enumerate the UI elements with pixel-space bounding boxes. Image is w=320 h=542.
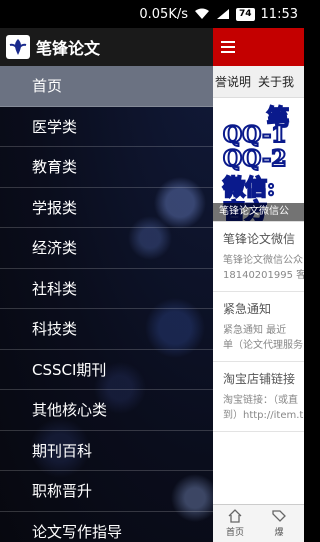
menu-item-medicine[interactable]: 医学类: [0, 107, 213, 147]
navigation-drawer: 笔锋论文 首页 医学类 教育类 学报类 经济类 社科类 科技类 CSSCI期刊 …: [0, 28, 213, 542]
tab-item[interactable]: 关于我: [258, 73, 294, 90]
home-icon: [228, 509, 242, 523]
list-item-line: 到）http://item.t: [223, 410, 304, 421]
menu-item-label: 经济类: [32, 239, 78, 258]
bottom-tab-hot[interactable]: 爆: [257, 505, 301, 542]
bottom-tab-label: 首页: [225, 528, 244, 538]
banner-text: QQ-2: [222, 145, 288, 173]
menu-item-cssci[interactable]: CSSCI期刊: [0, 350, 213, 390]
menu-item-label: 期刊百科: [32, 441, 93, 460]
menu-item-label: 其他核心类: [32, 401, 108, 420]
app-header: [213, 28, 304, 66]
list-item[interactable]: 笔锋论文微信 笔锋论文微信公众 18140201995 客: [213, 222, 304, 292]
list-item[interactable]: 紧急通知 紧急通知 最近 单（论文代理服务: [213, 292, 304, 362]
menu-item-social-science[interactable]: 社科类: [0, 269, 213, 309]
battery-icon: 74: [236, 7, 255, 21]
list-item-body: 笔锋论文微信公众 18140201995 客: [223, 253, 304, 291]
wifi-icon: [194, 8, 210, 20]
banner-image[interactable]: 笔 QQ-1 QQ-2 微信: 官方 笔锋论文微信公: [213, 102, 304, 222]
list-item-line: 淘宝链接：（或直: [223, 395, 298, 406]
status-bar: 0.05K/s 74 11:53: [0, 0, 304, 28]
menu-item-label: 学报类: [32, 198, 78, 217]
menu-item-label: 医学类: [32, 117, 78, 136]
drawer-header: 笔锋论文: [0, 28, 213, 66]
clock: 11:53: [260, 6, 298, 22]
menu-item-home[interactable]: 首页: [0, 66, 213, 107]
menu-item-label: CSSCI期刊: [32, 360, 107, 379]
menu-item-writing-guide[interactable]: 论文写作指导: [0, 512, 213, 542]
banner-caption: 笔锋论文微信公: [213, 203, 304, 221]
menu-item-label: 职称晋升: [32, 482, 93, 501]
menu-item-journal[interactable]: 学报类: [0, 188, 213, 228]
list-item-line: 单（论文代理服务: [223, 340, 303, 351]
list-item-body: 紧急通知 最近 单（论文代理服务: [223, 323, 303, 361]
main-content: 誉说明 关于我 笔 QQ-1 QQ-2 微信: 官方 笔锋论文微信公 笔锋论文微…: [213, 28, 304, 542]
banner-text: QQ-1: [222, 121, 288, 149]
menu-item-label: 教育类: [32, 158, 78, 177]
tag-icon: [272, 510, 286, 522]
menu-item-label: 科技类: [32, 320, 78, 339]
app-logo-icon: [6, 35, 30, 59]
menu-item-label: 社科类: [32, 279, 78, 298]
menu-icon[interactable]: [221, 41, 235, 53]
list-item-body: 淘宝链接：（或直 到）http://item.t: [223, 393, 304, 431]
list-item-title: 淘宝店铺链接: [223, 372, 296, 386]
bottom-tab-home[interactable]: 首页: [213, 505, 257, 542]
bottom-tab-label: 爆: [274, 528, 284, 538]
list-item-line: 笔锋论文微信公众: [223, 255, 303, 266]
menu-item-technology[interactable]: 科技类: [0, 309, 213, 350]
list-item[interactable]: 淘宝店铺链接 淘宝链接：（或直 到）http://item.t: [213, 362, 304, 432]
app-tabs: 誉说明 关于我: [213, 66, 304, 98]
bottom-nav: 首页 爆: [213, 504, 304, 542]
menu-item-encyclopedia[interactable]: 期刊百科: [0, 431, 213, 471]
menu-item-label: 首页: [32, 77, 63, 96]
menu-item-economics[interactable]: 经济类: [0, 228, 213, 269]
drawer-title: 笔锋论文: [36, 39, 101, 58]
tab-item[interactable]: 誉说明: [215, 73, 251, 90]
menu-item-other-core[interactable]: 其他核心类: [0, 390, 213, 431]
list-item-line: 18140201995 客: [223, 270, 304, 281]
list-item-line: 紧急通知 最近: [223, 325, 287, 336]
signal-icon: [216, 8, 230, 20]
menu-item-label: 论文写作指导: [32, 522, 123, 541]
menu-item-promotion[interactable]: 职称晋升: [0, 471, 213, 512]
network-speed: 0.05K/s: [139, 6, 188, 22]
list-item-title: 紧急通知: [223, 302, 272, 316]
menu-item-education[interactable]: 教育类: [0, 147, 213, 188]
list-item-title: 笔锋论文微信: [223, 232, 296, 246]
